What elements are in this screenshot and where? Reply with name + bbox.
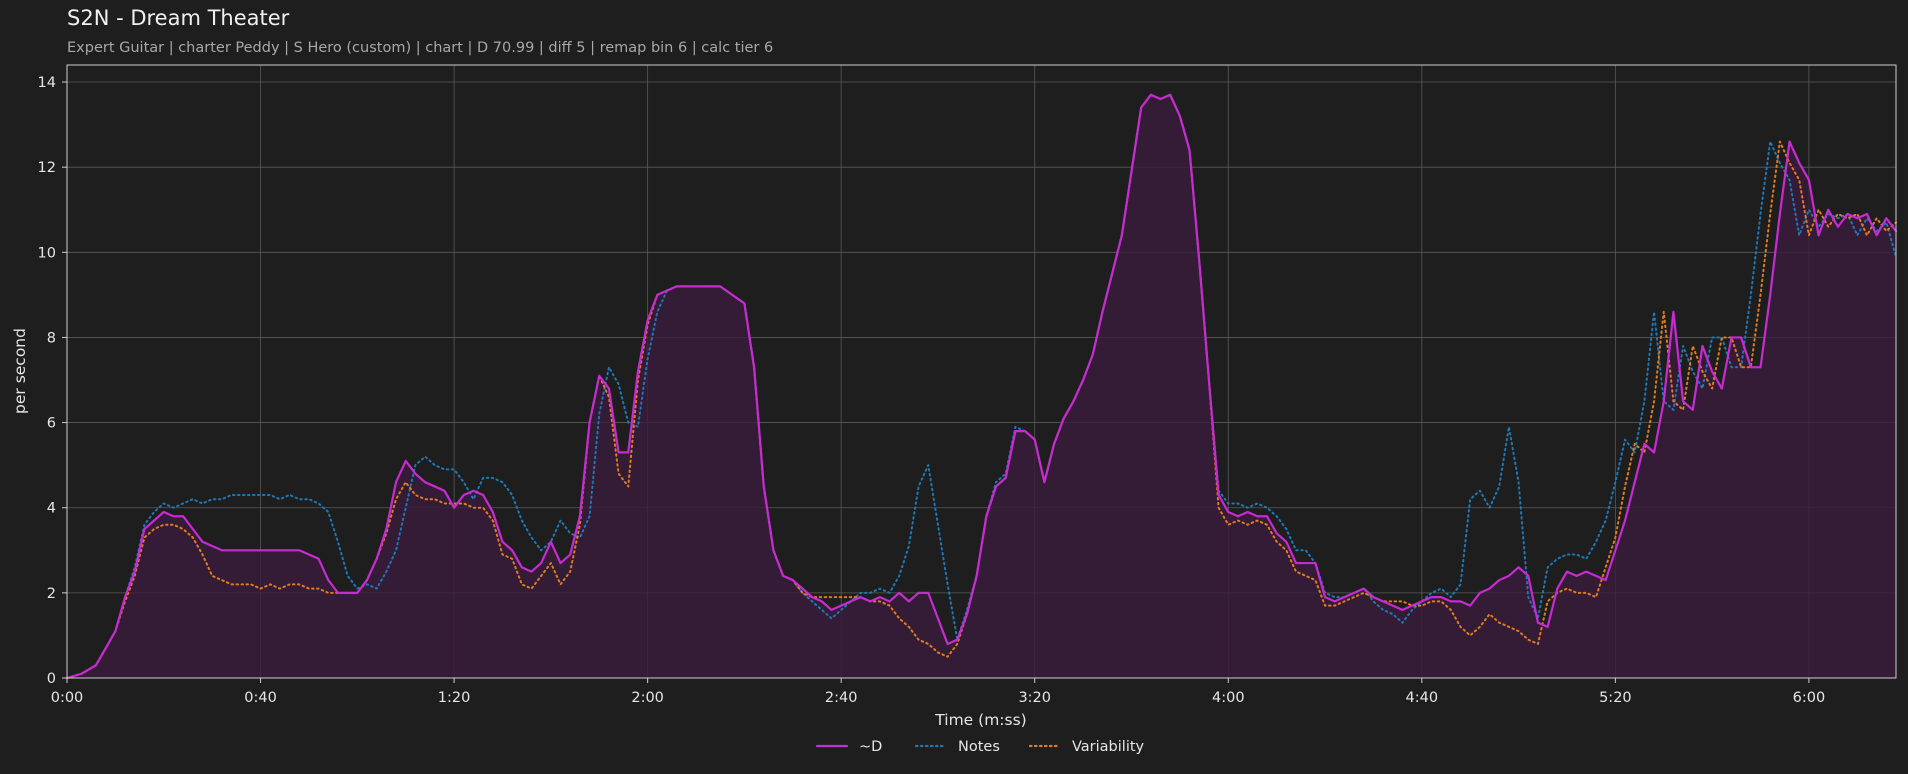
x-tick-label: 2:00 xyxy=(631,690,664,706)
x-tick-label: 6:00 xyxy=(1793,690,1826,706)
y-tick-label: 6 xyxy=(47,416,56,432)
y-tick-label: 12 xyxy=(38,160,56,176)
x-tick-label: 5:20 xyxy=(1599,690,1632,706)
chart: 0:00 0:40 1:20 2:00 2:40 3:20 4:00 4:40 5:20 6:00… xyxy=(11,64,1898,755)
legend-label: Variability xyxy=(1072,739,1145,755)
x-tick-label: 4:40 xyxy=(1406,690,1439,706)
y-tick-label: 10 xyxy=(38,245,56,261)
x-tick-label: 2:40 xyxy=(825,690,858,706)
x-tick-label: 1:20 xyxy=(438,690,471,706)
y-tick-label: 8 xyxy=(47,330,56,346)
x-tick-label: 0:40 xyxy=(244,690,277,706)
legend-label: ~D xyxy=(859,739,882,755)
area-fill xyxy=(67,94,1896,679)
x-axis-label: Time (m:ss) xyxy=(934,711,1026,729)
y-tick-label: 2 xyxy=(47,586,56,602)
x-tick-label: 0:00 xyxy=(51,690,84,706)
y-tick-label: 0 xyxy=(47,671,56,687)
x-tick-label: 4:00 xyxy=(1212,690,1245,706)
x-tick-label: 3:20 xyxy=(1018,690,1051,706)
y-axis-label: per second xyxy=(11,328,29,414)
legend-label: Notes xyxy=(958,739,1000,755)
d-area-fill xyxy=(67,94,1896,679)
y-tick-label: 14 xyxy=(38,75,56,91)
legend: ~D Notes Variability xyxy=(815,739,1145,755)
y-tick-label: 4 xyxy=(47,501,56,517)
